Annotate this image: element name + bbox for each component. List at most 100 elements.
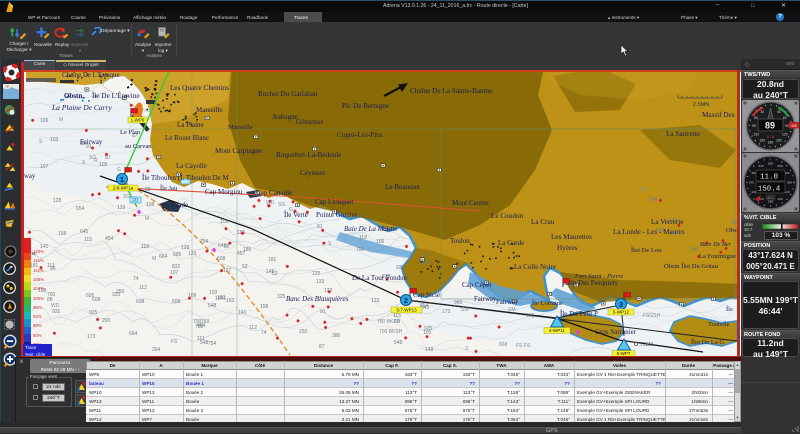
svg-text:20: 20 [132, 198, 138, 204]
svg-text:2: 2 [404, 296, 408, 305]
svg-text:700: 700 [356, 247, 365, 253]
svg-text:108: 108 [146, 202, 155, 208]
svg-text:SM: SM [508, 307, 516, 313]
svg-text:Marseille: Marseille [228, 124, 253, 131]
svg-text:5-WP12: 5-WP12 [613, 310, 630, 315]
svg-text:380: 380 [332, 333, 341, 339]
svg-text:150: 150 [776, 139, 782, 143]
svg-text:Île Jau: Île Jau [160, 184, 178, 192]
svg-text:118: 118 [141, 244, 149, 250]
svg-text:Ceyreste: Ceyreste [300, 169, 325, 177]
svg-text:608: 608 [92, 297, 101, 303]
svg-text:141: 141 [238, 310, 247, 316]
svg-text:4-WP11: 4-WP11 [549, 328, 565, 333]
svg-text:925: 925 [396, 265, 405, 271]
svg-text:925: 925 [89, 310, 98, 316]
svg-text:118: 118 [359, 235, 367, 241]
svg-text:548: 548 [208, 303, 217, 309]
svg-text:Île Lorraine: Île Lorraine [532, 299, 563, 307]
svg-text:Aubagne: Aubagne [272, 113, 298, 121]
svg-text:150: 150 [791, 124, 797, 128]
svg-text:M: M [152, 256, 156, 262]
svg-text:608: 608 [217, 256, 226, 262]
svg-text:030: 030 [777, 164, 782, 168]
svg-text:700: 700 [195, 324, 204, 330]
svg-text:Pointe Grenier: Pointe Grenier [316, 211, 358, 219]
svg-text:Marseille: Marseille [196, 106, 222, 114]
svg-text:Les Quatre Chemins: Les Quatre Chemins [170, 84, 229, 92]
svg-text:133: 133 [316, 279, 325, 285]
svg-text:Chaîne De La Sainte-Baume: Chaîne De La Sainte-Baume [410, 87, 492, 95]
svg-text:200: 200 [102, 318, 111, 324]
svg-text:3: 3 [619, 300, 623, 309]
svg-text:120: 120 [753, 133, 759, 137]
svg-text:WD: WD [266, 200, 275, 206]
svg-text:Chaîne De L'Estaque: Chaîne De L'Estaque [62, 72, 119, 79]
svg-text:WD: WD [51, 303, 60, 309]
svg-text:M: M [145, 216, 149, 222]
svg-text:183: 183 [526, 313, 535, 319]
svg-text:Salin Des Pesquiers: Salin Des Pesquiers [562, 279, 618, 287]
svg-text:SG: SG [278, 202, 285, 208]
svg-text:107: 107 [170, 270, 179, 276]
svg-text:Cap Canaille: Cap Canaille [256, 189, 292, 197]
svg-text:La Cayolle: La Cayolle [176, 162, 207, 170]
svg-text:R: R [94, 158, 98, 164]
svg-text:30: 30 [777, 110, 781, 114]
svg-text:90: 90 [785, 124, 789, 128]
svg-text:1-WP9: 1-WP9 [131, 118, 145, 123]
svg-text:Le Rouet Blanc: Le Rouet Blanc [165, 134, 209, 142]
svg-text:109: 109 [220, 219, 229, 225]
svg-text:FS: FS [640, 187, 647, 193]
svg-text:Roquefort-La-Bédoule: Roquefort-La-Bédoule [276, 151, 341, 159]
svg-text:60: 60 [754, 116, 758, 120]
svg-text:SM: SM [461, 307, 469, 313]
svg-text:103: 103 [209, 290, 218, 296]
svg-text:645: 645 [218, 243, 227, 249]
svg-text:264: 264 [649, 197, 658, 203]
svg-text:Îlot De Lou: Îlot De Lou [631, 246, 662, 254]
svg-text:Banc Des Blauquières: Banc Des Blauquières [286, 295, 349, 303]
svg-text:133: 133 [371, 298, 380, 304]
svg-text:Îlot De La G: Îlot De La G [691, 338, 724, 346]
svg-text:133: 133 [117, 205, 126, 211]
svg-text:325: 325 [112, 292, 121, 298]
svg-text:11.0: 11.0 [760, 174, 779, 182]
svg-text:608: 608 [136, 299, 145, 305]
svg-text:122: 122 [312, 271, 321, 277]
svg-text:FSSH: FSSH [681, 299, 695, 305]
svg-text:664: 664 [129, 331, 138, 337]
svg-text:Le Beausset: Le Beausset [385, 183, 420, 191]
svg-text:2-8-WP1a: 2-8-WP1a [113, 186, 134, 191]
svg-text:608: 608 [172, 299, 181, 305]
svg-text:74: 74 [133, 276, 139, 282]
svg-text:754: 754 [208, 341, 217, 347]
svg-text:548: 548 [394, 340, 403, 346]
svg-text:158: 158 [260, 304, 269, 310]
svg-text:183: 183 [217, 295, 226, 301]
svg-text:au Carvan: au Carvan [125, 143, 152, 150]
svg-text:000: 000 [768, 162, 773, 166]
svg-text:La Crau: La Crau [531, 218, 555, 226]
svg-text:1: 1 [120, 175, 124, 184]
svg-text:30: 30 [760, 110, 764, 114]
svg-text:Baie De La Moutte: Baie De La Moutte [344, 225, 397, 233]
svg-text:Île: Île [726, 305, 733, 313]
svg-text:780 BKSH: 780 BKSH [377, 319, 401, 325]
svg-text:Les Maurettes: Les Maurettes [551, 233, 592, 241]
svg-text:Obstn Îlot Du Gritau: Obstn Îlot Du Gritau [664, 262, 719, 270]
svg-text:SG: SG [123, 194, 130, 200]
svg-text:ACC: ACC [767, 196, 774, 200]
svg-text:Mont Caume: Mont Caume [452, 199, 489, 207]
svg-text:128: 128 [53, 198, 62, 204]
svg-text:457: 457 [237, 251, 246, 257]
svg-text:FS FS: FS FS [516, 343, 531, 349]
svg-text:960: 960 [454, 300, 463, 306]
svg-text:Toulon: Toulon [450, 237, 470, 245]
svg-text:106: 106 [40, 118, 49, 124]
svg-text:Cuges-Les-Pins: Cuges-Les-Pins [337, 131, 383, 139]
svg-text:Baie De Ber: Baie De Ber [700, 241, 732, 248]
svg-text:832: 832 [172, 264, 181, 270]
svg-text:668: 668 [499, 342, 508, 348]
svg-text:FS: FS [171, 339, 178, 345]
